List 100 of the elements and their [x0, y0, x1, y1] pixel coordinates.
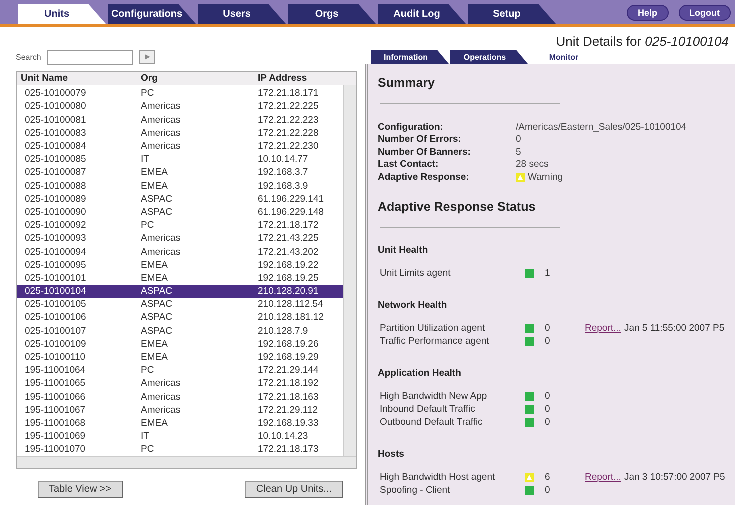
table-cell-text: 025-10100085: [25, 154, 88, 166]
table-cell-text: 210.128.112.54: [258, 299, 324, 310]
table-cell-text: Americas: [141, 128, 182, 139]
nav-tab[interactable]: Units: [18, 4, 106, 24]
table-row[interactable]: 025-10100110 EMEA 192.168.19.29: [17, 350, 343, 364]
nav-tab[interactable]: Configurations: [108, 4, 196, 24]
report-link[interactable]: Report...: [585, 322, 622, 334]
table-row[interactable]: 025-10100095 EMEA 192.168.19.22: [17, 258, 343, 272]
table-cell-text: 172.21.22.228: [258, 128, 320, 139]
table-cell-text: Americas: [141, 392, 182, 403]
agent-count: 0: [545, 404, 552, 414]
nav-tab[interactable]: Orgs: [288, 4, 376, 24]
detail-tab[interactable]: Operations: [450, 50, 528, 64]
table-cell-text: EMEA: [141, 180, 169, 192]
agent-count: 0: [545, 322, 552, 334]
table-cell-text: PC: [141, 88, 156, 100]
agent-count: 1: [545, 268, 552, 278]
table-row[interactable]: 025-10100089 ASPAC 61.196.229.141: [17, 192, 343, 206]
table-row[interactable]: 195-11001070 PC 172.21.18.173: [17, 443, 343, 456]
report-date: Jan 3 10:57:00 2007 P5: [624, 472, 726, 482]
table-cell-text: 195-11001067: [25, 404, 87, 416]
table-cell-text: 172.21.43.202: [258, 246, 320, 258]
table-cell-text: EMEA: [141, 260, 169, 271]
table-cell-text: 195-11001064: [25, 365, 87, 376]
column-header: Org: [141, 73, 159, 84]
nav-tab[interactable]: Setup: [468, 4, 556, 24]
report-link[interactable]: Report...: [585, 472, 622, 482]
header-button[interactable]: Logout: [678, 5, 731, 21]
table-cell-text: PC: [141, 365, 156, 376]
table-row[interactable]: 025-10100083 Americas 172.21.22.228: [17, 126, 343, 140]
table-row[interactable]: 025-10100107 ASPAC 210.128.7.9: [17, 324, 343, 338]
action-button[interactable]: Table View >>: [38, 481, 123, 498]
table-row[interactable]: 025-10100106 ASPAC 210.128.181.12: [17, 311, 343, 325]
action-button[interactable]: Clean Up Units...: [245, 481, 343, 498]
table-cell-text: Americas: [141, 378, 182, 390]
table-cell-text: PC: [141, 220, 156, 232]
table-row[interactable]: 025-10100084 Americas 172.21.22.230: [17, 140, 343, 154]
agent-name: High Bandwidth Host agent: [380, 472, 496, 482]
table-row[interactable]: 025-10100094 Americas 172.21.43.202: [17, 245, 343, 259]
detail-tab[interactable]: Information: [371, 50, 449, 64]
agent-name: Inbound Default Traffic: [380, 404, 476, 414]
section-heading: Summary: [378, 76, 436, 90]
table-cell-text: 025-10100089: [25, 194, 88, 205]
field-label: Last Contact:: [378, 159, 440, 170]
table-row[interactable]: 025-10100090 ASPAC 61.196.229.148: [17, 206, 343, 220]
agent-name: Unit Limits agent: [380, 268, 452, 278]
table-cell-text: 195-11001065: [25, 378, 87, 390]
table-row[interactable]: 025-10100109 EMEA 192.168.19.26: [17, 338, 343, 351]
header-button[interactable]: Help: [626, 5, 668, 21]
table-row[interactable]: 195-11001066 Americas 172.21.18.163: [17, 390, 343, 404]
table-cell-text: 172.21.18.163: [258, 392, 320, 403]
table-row[interactable]: 025-10100093 Americas 172.21.43.225: [17, 232, 343, 246]
table-row[interactable]: 195-11001065 Americas 172.21.18.192: [17, 377, 343, 390]
table-cell-text: 025-10100104: [25, 286, 88, 298]
table-row[interactable]: 025-10100085 IT 10.10.14.77: [17, 153, 343, 166]
table-cell-text: 10.10.14.23: [258, 431, 310, 442]
table-cell-text: 172.21.43.225: [258, 233, 320, 244]
table-cell-text: Americas: [141, 233, 182, 244]
table-cell-text: 025-10100090: [25, 206, 88, 218]
table-row[interactable]: 195-11001064 PC 172.21.29.144: [17, 364, 343, 378]
table-row[interactable]: 025-10100088 EMEA 192.168.3.9: [17, 180, 343, 193]
table-cell-text: 025-10100095: [25, 260, 88, 271]
table-row[interactable]: 025-10100092 PC 172.21.18.172: [17, 219, 343, 232]
table-cell-text: ASPAC: [141, 312, 174, 324]
table-cell-text: 025-10100087: [25, 167, 88, 178]
table-row[interactable]: 025-10100079 PC 172.21.18.171: [17, 87, 343, 100]
section-heading: Adaptive Response Status: [378, 200, 537, 214]
table-row[interactable]: 025-10100101 EMEA 192.168.19.25: [17, 272, 343, 285]
column-header: Unit Name: [21, 73, 69, 84]
table-row[interactable]: 195-11001067 Americas 172.21.29.112: [17, 404, 343, 417]
table-cell-text: 210.128.20.91: [258, 286, 320, 298]
field-label: Number Of Errors:: [378, 134, 462, 146]
nav-tab[interactable]: Users: [198, 4, 286, 24]
search-label: Search: [16, 52, 42, 62]
table-cell-text: 195-11001066: [25, 392, 87, 403]
table-row[interactable]: 025-10100081 Americas 172.21.22.223: [17, 114, 343, 127]
horizontal-scrollbar[interactable]: [17, 456, 356, 468]
table-cell-text: PC: [141, 444, 156, 456]
table-cell-text: 172.21.18.171: [258, 88, 320, 100]
table-cell-text: 172.21.29.144: [258, 365, 320, 376]
vertical-scrollbar[interactable]: [343, 85, 356, 456]
table-cell-text: IT: [141, 431, 150, 442]
table-row[interactable]: 025-10100087 EMEA 192.168.3.7: [17, 166, 343, 180]
search-field[interactable]: [47, 50, 134, 64]
table-row[interactable]: 195-11001068 EMEA 192.168.19.33: [17, 416, 343, 430]
table-cell-text: Americas: [141, 114, 182, 126]
table-cell-text: 192.168.3.7: [258, 167, 310, 178]
table-row[interactable]: 195-11001069 IT 10.10.14.23: [17, 430, 343, 444]
group-heading: Unit Health: [378, 244, 430, 256]
table-row[interactable]: 025-10100104 ASPAC 210.128.20.91: [17, 285, 343, 298]
agent-count: 0: [545, 336, 552, 346]
table-row[interactable]: 025-10100080 Americas 172.21.22.225: [17, 100, 343, 114]
table-cell-text: 025-10100084: [25, 141, 88, 152]
column-header: IP Address: [258, 73, 308, 84]
table-cell-text: ASPAC: [141, 326, 174, 337]
agent-count: 0: [545, 390, 552, 402]
agent-name: Traffic Performance agent: [380, 336, 490, 346]
table-cell-text: 025-10100083: [25, 128, 88, 139]
table-row[interactable]: 025-10100105 ASPAC 210.128.112.54: [17, 298, 343, 312]
nav-tab[interactable]: Audit Log: [378, 4, 466, 24]
